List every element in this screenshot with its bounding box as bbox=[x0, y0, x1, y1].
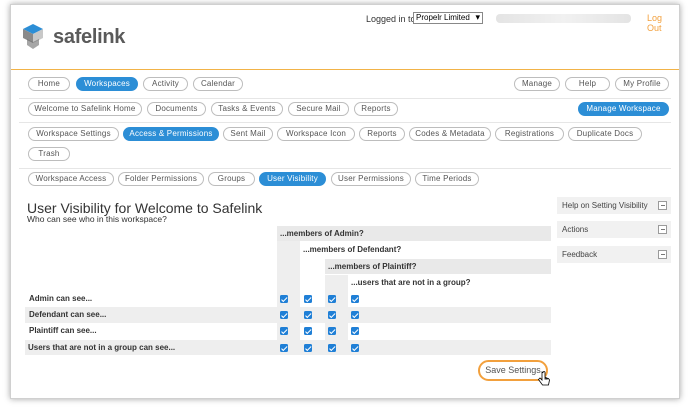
nav-welcome-home[interactable]: Welcome to Safelink Home bbox=[28, 102, 142, 116]
nav-divider bbox=[19, 122, 671, 123]
checkbox-plaintiff-sees-no-group[interactable] bbox=[351, 327, 359, 335]
tab-trash[interactable]: Trash bbox=[28, 147, 70, 161]
row-label-plaintiff: Plaintiff can see... bbox=[29, 326, 97, 335]
nav-workspaces[interactable]: Workspaces bbox=[76, 77, 138, 91]
tab-sent-mail[interactable]: Sent Mail bbox=[223, 127, 273, 141]
collapse-icon[interactable] bbox=[658, 250, 667, 259]
subtab-time-periods[interactable]: Time Periods bbox=[415, 172, 479, 186]
tab-access-permissions[interactable]: Access & Permissions bbox=[123, 127, 219, 141]
checkbox-admin-sees-plaintiff[interactable] bbox=[328, 295, 336, 303]
browser-frame: safelink Logged in to Propelr Limited Lo… bbox=[10, 4, 680, 399]
nav-reports[interactable]: Reports bbox=[354, 102, 398, 116]
checkbox-defendant-sees-admin[interactable] bbox=[280, 311, 288, 319]
tab-registrations[interactable]: Registrations bbox=[495, 127, 564, 141]
tab-codes-metadata[interactable]: Codes & Metadata bbox=[409, 127, 491, 141]
checkbox-defendant-sees-defendant[interactable] bbox=[304, 311, 312, 319]
column-header-plaintiff: ...members of Plaintiff? bbox=[325, 259, 551, 274]
checkbox-no-group-sees-plaintiff[interactable] bbox=[328, 344, 336, 352]
company-select[interactable]: Propelr Limited bbox=[413, 12, 483, 24]
column-header-admin: ...members of Admin? bbox=[277, 226, 551, 241]
column-header-no-group: ...users that are not in a group? bbox=[351, 278, 471, 287]
nav-divider bbox=[19, 168, 671, 169]
panel-help-visibility-label: Help on Setting Visibility bbox=[562, 201, 648, 210]
panel-actions[interactable]: Actions bbox=[557, 221, 671, 238]
company-select-value: Propelr Limited bbox=[416, 13, 470, 22]
column-header-defendant: ...members of Defendant? bbox=[303, 245, 402, 254]
collapse-icon[interactable] bbox=[658, 201, 667, 210]
nav-manage[interactable]: Manage bbox=[514, 77, 560, 91]
nav-documents[interactable]: Documents bbox=[147, 102, 206, 116]
row-label-admin: Admin can see... bbox=[29, 294, 93, 303]
pointer-cursor-icon bbox=[537, 371, 550, 386]
checkbox-no-group-sees-admin[interactable] bbox=[280, 344, 288, 352]
redacted-user-info bbox=[496, 14, 631, 23]
panel-feedback[interactable]: Feedback bbox=[557, 246, 671, 263]
checkbox-defendant-sees-plaintiff[interactable] bbox=[328, 311, 336, 319]
checkbox-no-group-sees-defendant[interactable] bbox=[304, 344, 312, 352]
subtab-folder-permissions[interactable]: Folder Permissions bbox=[118, 172, 204, 186]
safelink-logo-icon bbox=[23, 24, 43, 49]
tab-workspace-settings[interactable]: Workspace Settings bbox=[28, 127, 119, 141]
checkbox-no-group-sees-no-group[interactable] bbox=[351, 344, 359, 352]
subtab-user-visibility[interactable]: User Visibility bbox=[259, 172, 326, 186]
checkbox-admin-sees-no-group[interactable] bbox=[351, 295, 359, 303]
checkbox-admin-sees-defendant[interactable] bbox=[304, 295, 312, 303]
page-subtitle: Who can see who in this workspace? bbox=[27, 214, 167, 224]
header-divider bbox=[11, 69, 679, 70]
nav-divider bbox=[19, 98, 671, 99]
subtab-groups[interactable]: Groups bbox=[208, 172, 255, 186]
collapse-icon[interactable] bbox=[658, 225, 667, 234]
logged-in-label: Logged in to bbox=[366, 14, 416, 24]
safelink-logo[interactable]: safelink bbox=[19, 23, 125, 51]
nav-activity[interactable]: Activity bbox=[143, 77, 188, 91]
row-label-no-group: Users that are not in a group can see... bbox=[28, 343, 176, 352]
manage-workspace-button[interactable]: Manage Workspace bbox=[578, 102, 669, 116]
brand-name: safelink bbox=[53, 26, 126, 48]
row-label-defendant: Defendant can see... bbox=[29, 310, 107, 319]
nav-calendar[interactable]: Calendar bbox=[193, 77, 243, 91]
nav-home[interactable]: Home bbox=[28, 77, 70, 91]
checkbox-defendant-sees-no-group[interactable] bbox=[351, 311, 359, 319]
panel-actions-label: Actions bbox=[562, 225, 589, 234]
tab-reports[interactable]: Reports bbox=[359, 127, 405, 141]
panel-help-visibility[interactable]: Help on Setting Visibility bbox=[557, 197, 671, 214]
checkbox-plaintiff-sees-admin[interactable] bbox=[280, 327, 288, 335]
checkbox-plaintiff-sees-plaintiff[interactable] bbox=[328, 327, 336, 335]
logout-link[interactable]: Log Out bbox=[647, 13, 679, 33]
nav-tasks-events[interactable]: Tasks & Events bbox=[211, 102, 283, 116]
checkbox-plaintiff-sees-defendant[interactable] bbox=[304, 327, 312, 335]
tab-duplicate-docs[interactable]: Duplicate Docs bbox=[568, 127, 642, 141]
subtab-workspace-access[interactable]: Workspace Access bbox=[28, 172, 114, 186]
nav-secure-mail[interactable]: Secure Mail bbox=[288, 102, 349, 116]
checkbox-admin-sees-admin[interactable] bbox=[280, 295, 288, 303]
nav-my-profile[interactable]: My Profile bbox=[615, 77, 669, 91]
nav-help[interactable]: Help bbox=[565, 77, 610, 91]
tab-workspace-icon[interactable]: Workspace Icon bbox=[277, 127, 355, 141]
subtab-user-permissions[interactable]: User Permissions bbox=[331, 172, 411, 186]
panel-feedback-label: Feedback bbox=[562, 250, 598, 259]
